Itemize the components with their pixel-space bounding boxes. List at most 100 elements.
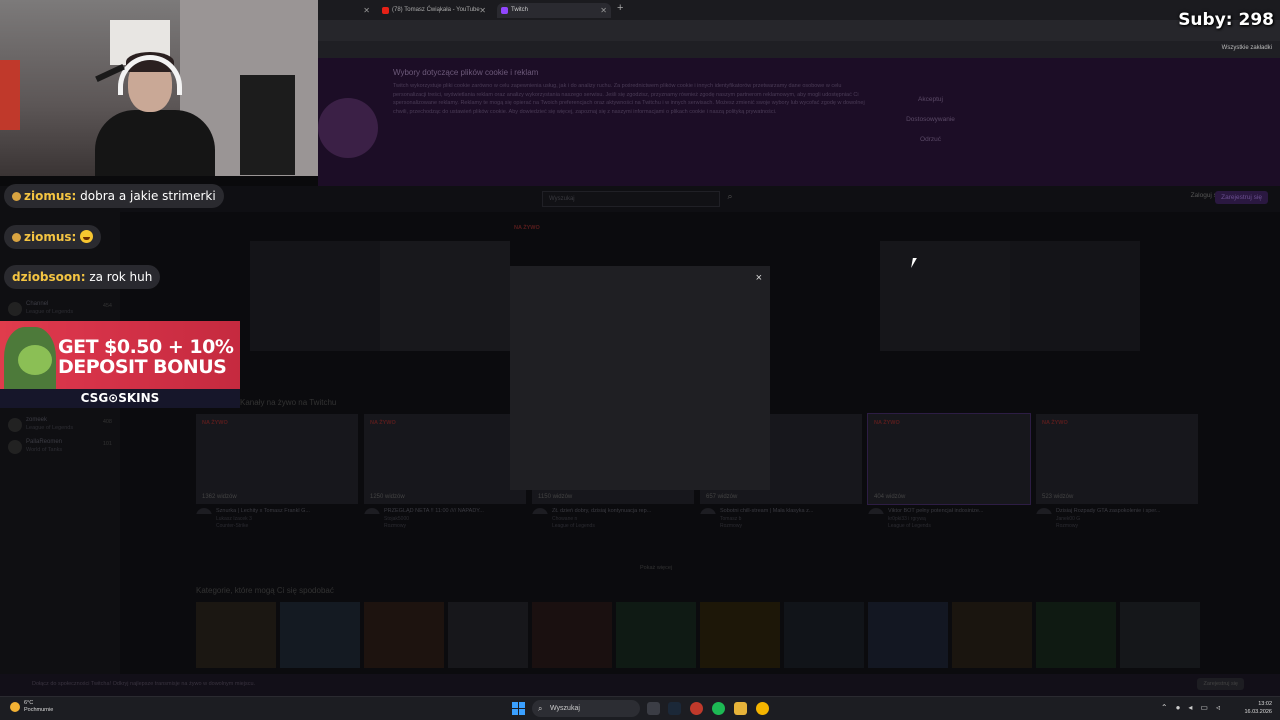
cookie-glitch-icon — [318, 98, 378, 158]
webcam-overlay — [0, 0, 318, 176]
stream-thumbnail[interactable]: NA ŻYWO 1250 widzów — [364, 414, 526, 504]
browser-tab-twitch[interactable]: Twitch ✕ — [497, 3, 611, 18]
stream-title[interactable]: Sobotni chill-stream | Mała klasyka z... — [700, 508, 862, 514]
category-card[interactable] — [364, 602, 444, 668]
category-card[interactable] — [448, 602, 528, 668]
stream-title[interactable]: ZŁ dzień dobry, dzisiaj kontynuacja rep.… — [532, 508, 694, 514]
chrome-icon[interactable] — [756, 702, 769, 715]
signup-banner-button[interactable]: Zarejestruj się — [1197, 678, 1244, 690]
webcam-chair — [0, 60, 20, 130]
live-badge: NA ŻYWO — [202, 420, 228, 426]
stream-game[interactable]: Counter-Strike — [196, 523, 358, 529]
new-tab-button[interactable]: + — [617, 2, 623, 14]
speaker-icon[interactable]: ◃ — [1216, 703, 1220, 712]
category-card[interactable] — [784, 602, 864, 668]
show-more-button[interactable]: Pokaż więcej — [640, 565, 672, 571]
network-icon[interactable]: ▭ — [1200, 703, 1208, 712]
stream-title[interactable]: PRZEGLĄD NETA !! 11:00 //// NAPADY... — [364, 508, 526, 514]
stream-title[interactable]: Viktor BOT pełny potencjał indosinize... — [868, 508, 1030, 514]
category-card[interactable] — [952, 602, 1032, 668]
chevron-up-icon[interactable]: ⌃ — [1161, 703, 1168, 712]
customize-button[interactable]: Dostosowywanie — [893, 116, 968, 123]
reject-button[interactable]: Odrzuć — [893, 136, 968, 143]
badge-icon — [12, 233, 21, 242]
stream-channel[interactable]: Chowane n — [532, 516, 694, 522]
stream-game[interactable]: League of Legends — [868, 523, 1030, 529]
microphone-icon[interactable]: ● — [1176, 703, 1181, 712]
volume-icon[interactable]: ◂ — [1188, 703, 1192, 712]
category-card[interactable] — [532, 602, 612, 668]
close-icon[interactable]: × — [756, 272, 762, 284]
system-tray: ⌃ ● ◂ ▭ ◃ — [1161, 703, 1220, 712]
stream-channel[interactable]: Lukasz Izacek 3 — [196, 516, 358, 522]
file-explorer-icon[interactable] — [734, 702, 747, 715]
channel-game: League of Legends — [26, 425, 74, 431]
chat-user: ziomus: — [24, 189, 77, 203]
steam-icon[interactable] — [668, 702, 681, 715]
search-icon: ⌕ — [538, 704, 543, 713]
channel-name: zomeek — [26, 417, 48, 423]
accept-button[interactable]: Akceptuj — [893, 96, 968, 103]
subs-counter: Suby: 298 — [1178, 10, 1274, 30]
close-icon[interactable]: ✕ — [600, 3, 607, 18]
all-bookmarks-button[interactable]: Wszystkie zakładki — [1222, 45, 1272, 51]
sidebar-channel[interactable]: zomeek League of Legends 408 — [8, 416, 116, 436]
sidebar-channel[interactable]: Channel League of Legends 454 — [8, 300, 116, 320]
category-card[interactable] — [280, 602, 360, 668]
carousel-thumb[interactable] — [880, 241, 1010, 351]
spotify-icon[interactable] — [712, 702, 725, 715]
taskbar-search-label: Wyszukaj — [550, 705, 580, 712]
clock-date: 16.03.2026 — [1244, 709, 1272, 715]
carousel-thumb[interactable] — [380, 241, 510, 351]
stream-title[interactable]: Sznurka | Lechity x Tomasz Frankl G... — [196, 508, 358, 514]
stream-card[interactable]: NA ŻYWO 1362 widzów Sznurka | Lechity x T… — [196, 414, 358, 529]
weather-icon — [10, 702, 20, 712]
signup-button[interactable]: Zarejestruj się — [1215, 191, 1268, 204]
stream-game[interactable]: League of Legends — [532, 523, 694, 529]
stream-card[interactable]: NA ŻYWO 404 widzów Viktor BOT pełny poten… — [867, 413, 1031, 529]
clock[interactable]: 13:02 16.03.2026 — [1244, 700, 1272, 716]
close-icon[interactable]: ✕ — [363, 3, 370, 18]
signup-banner: Dołącz do społeczności Twitcha! Odkryj n… — [0, 674, 1280, 696]
stream-channel[interactable]: Stojak5000 — [364, 516, 526, 522]
section-live-title: Kanały na żywo na Twitchu — [240, 398, 337, 407]
sidebar-channel[interactable]: PallaReomen World of Tanks 101 — [8, 438, 116, 458]
taskbar-search[interactable]: ⌕ Wyszukaj — [532, 700, 640, 717]
close-icon[interactable]: ✕ — [479, 3, 486, 18]
windows-start-icon[interactable] — [512, 702, 525, 715]
stream-card[interactable]: NA ŻYWO 1250 widzów PRZEGLĄD NETA !! 11:0… — [364, 414, 526, 529]
stream-channel[interactable]: Janek00 G — [1036, 516, 1198, 522]
category-card[interactable] — [868, 602, 948, 668]
stream-game[interactable]: Rozmowy — [1036, 523, 1198, 529]
stream-channel[interactable]: kr0pki33 i rgrywą — [868, 516, 1030, 522]
stream-game[interactable]: Rozmowy — [364, 523, 526, 529]
carousel-thumb[interactable] — [1010, 241, 1140, 351]
stream-card[interactable]: NA ŻYWO 523 widzów Dzisiaj Rozpady GTA za… — [1036, 414, 1198, 529]
category-card[interactable] — [1120, 602, 1200, 668]
weather-desc: Pochmurnie — [24, 707, 54, 713]
stream-thumbnail[interactable]: NA ŻYWO 523 widzów — [1036, 414, 1198, 504]
channel-game: World of Tanks — [26, 447, 63, 453]
stream-thumbnail[interactable]: NA ŻYWO 404 widzów — [867, 413, 1031, 505]
browser-tab-youtube[interactable]: (78) Tomasz Ćwiąkała - YouTube ✕ — [378, 3, 490, 18]
stream-title[interactable]: Dzisiaj Rozpady GTA zaspokolenie i sper.… — [1036, 508, 1198, 514]
viewer-count: 523 widzów — [1042, 494, 1074, 500]
carousel-thumb[interactable] — [250, 241, 380, 351]
stream-channel[interactable]: Tomasz b — [700, 516, 862, 522]
stream-thumbnail[interactable]: NA ŻYWO 1362 widzów — [196, 414, 358, 504]
stream-game[interactable]: Rozmowy — [700, 523, 862, 529]
chat-user: ziomus: — [24, 230, 77, 244]
category-card[interactable] — [196, 602, 276, 668]
category-card[interactable] — [700, 602, 780, 668]
viewer-count: 404 widzów — [874, 494, 906, 500]
weather-widget[interactable]: 6°C Pochmurnie — [10, 700, 53, 714]
obs-icon[interactable] — [690, 702, 703, 715]
category-card[interactable] — [616, 602, 696, 668]
category-card[interactable] — [1036, 602, 1116, 668]
channel-game: League of Legends — [26, 309, 74, 315]
browser-tab[interactable]: ✕ — [322, 3, 374, 18]
search-icon[interactable]: ⌕ — [722, 191, 738, 207]
avatar — [8, 302, 22, 316]
search-input[interactable]: Wyszukaj — [542, 191, 720, 207]
task-view-icon[interactable] — [647, 702, 660, 715]
